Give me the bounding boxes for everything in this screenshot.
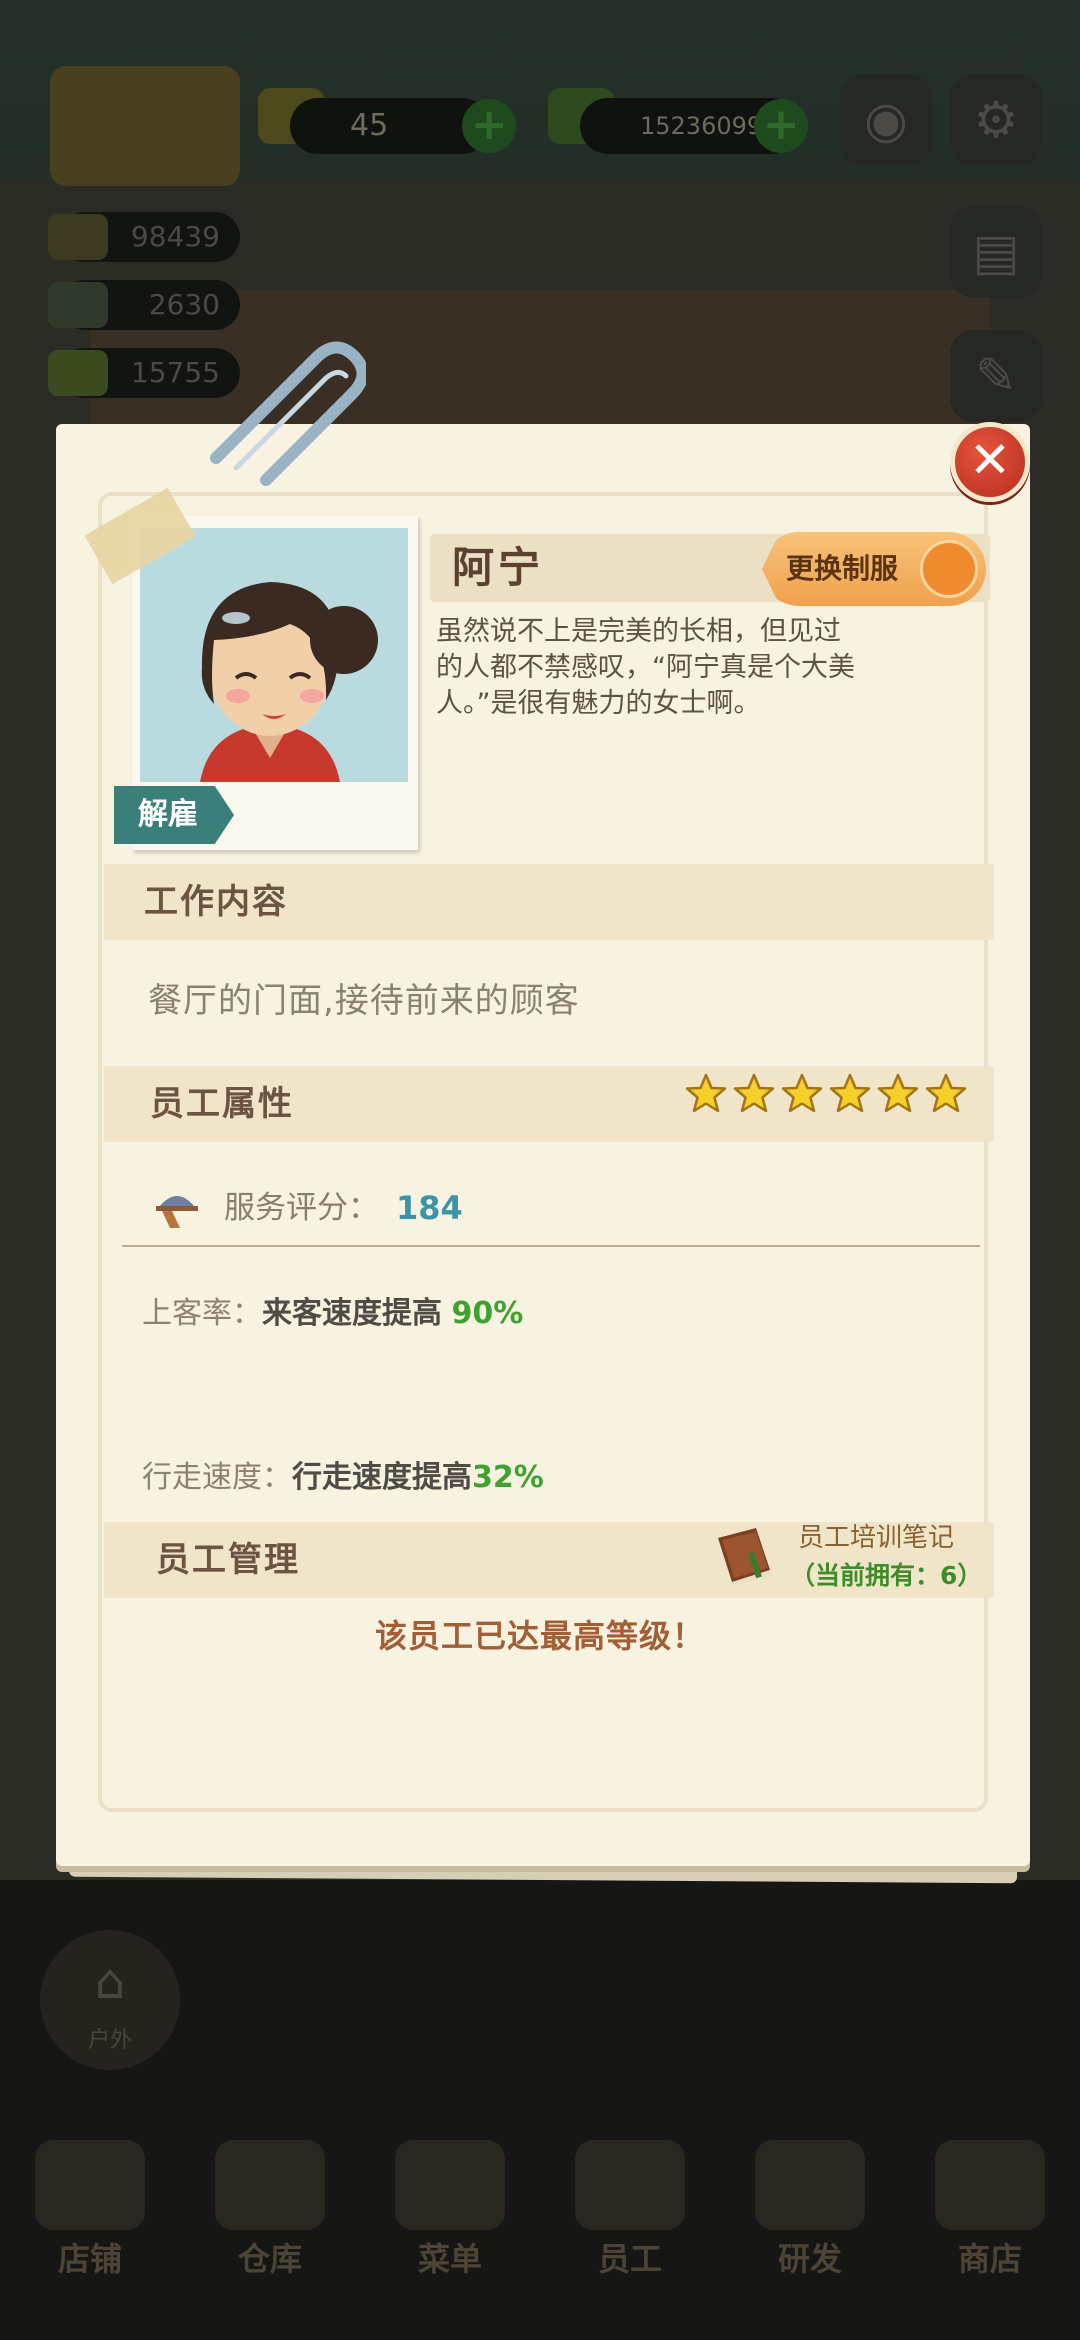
nav-warehouse-label: 仓库: [237, 2240, 302, 2278]
outdoor-button[interactable]: ⌂ 户外: [40, 1930, 180, 2070]
menu-icon: [395, 2140, 505, 2230]
add-cash-button[interactable]: +: [754, 99, 808, 153]
star-icon: [733, 1073, 775, 1113]
graduation-cap-icon: [48, 282, 108, 328]
customer-rate-value: 90%: [451, 1296, 524, 1331]
nav-warehouse[interactable]: 仓库: [195, 2140, 345, 2280]
uniform-icon: [920, 540, 978, 598]
management-section-title: 员工管理: [156, 1540, 300, 1580]
shop-icon: [935, 2140, 1045, 2230]
ticket-icon: [48, 350, 108, 396]
nav-menu-label: 菜单: [417, 2240, 482, 2278]
attributes-divider: [122, 1245, 980, 1247]
service-score-label: 服务评分：: [224, 1190, 379, 1226]
add-gold-button[interactable]: +: [462, 99, 516, 153]
max-level-message: 该员工已达最高等级！: [374, 1617, 705, 1655]
walk-speed-value: 32%: [472, 1460, 544, 1495]
walk-speed-text: 行走速度提高: [292, 1460, 472, 1495]
customer-rate-text: 来客速度提高: [262, 1296, 442, 1331]
store-icon: [35, 2140, 145, 2230]
employee-portrait: [140, 528, 408, 782]
close-icon: ✕: [969, 431, 1011, 489]
food-icon: [48, 214, 108, 260]
star-icon: [877, 1073, 919, 1113]
nav-shop-label: 商店: [957, 2240, 1022, 2278]
walk-speed-label: 行走速度：: [142, 1460, 292, 1495]
book-button[interactable]: ▤: [950, 206, 1042, 298]
camera-icon: ◉: [864, 91, 908, 149]
star-icon: [781, 1073, 823, 1113]
customer-rate-label: 上客率：: [142, 1296, 262, 1331]
fire-employee-button[interactable]: 解雇: [114, 786, 234, 844]
job-description: 餐厅的门面,接待前来的顾客: [148, 981, 580, 1021]
nav-menu[interactable]: 菜单: [375, 2140, 525, 2280]
star-icon: [829, 1073, 871, 1113]
quest-icon: ✎: [975, 347, 1017, 405]
nav-shop[interactable]: 商店: [915, 2140, 1065, 2280]
gear-icon: ⚙: [973, 91, 1019, 149]
bottom-navigation: 店铺 仓库 菜单 员工 研发 商店: [0, 2120, 1080, 2340]
staff-icon: [575, 2140, 685, 2230]
warehouse-icon: [215, 2140, 325, 2230]
outdoor-label: 户外: [87, 2028, 132, 2053]
service-bell-icon: [156, 1196, 198, 1228]
walk-speed-row: 行走速度：行走速度提高32%: [142, 1456, 544, 1500]
training-notes-book-icon[interactable]: [712, 1524, 776, 1586]
training-notes-title: 员工培训笔记: [798, 1523, 955, 1553]
employee-description: 虽然说不上是完美的长相，但见过的人都不禁感叹，“阿宁真是个大美人。”是很有魅力的…: [436, 616, 855, 719]
quest-button[interactable]: ✎: [950, 330, 1042, 422]
gold-counter: 45: [290, 98, 490, 154]
book-icon: ▤: [972, 223, 1020, 281]
close-button[interactable]: ✕: [950, 422, 1030, 502]
star-rating: [684, 1072, 968, 1116]
nav-staff-label: 员工: [597, 2240, 662, 2278]
employee-name: 阿宁: [452, 543, 545, 592]
nav-staff[interactable]: 员工: [555, 2140, 705, 2280]
job-section-title: 工作内容: [144, 882, 288, 922]
paperclip-icon: [210, 341, 366, 486]
star-icon: [925, 1073, 967, 1113]
nav-store-label: 店铺: [57, 2240, 122, 2278]
nav-research[interactable]: 研发: [735, 2140, 885, 2280]
nav-store[interactable]: 店铺: [15, 2140, 165, 2280]
settings-button[interactable]: ⚙: [950, 74, 1042, 166]
camera-button[interactable]: ◉: [840, 74, 932, 166]
nav-research-label: 研发: [777, 2240, 842, 2278]
service-score-value: 184: [396, 1189, 463, 1227]
level-badge[interactable]: [50, 66, 240, 186]
research-icon: [755, 2140, 865, 2230]
star-icon: [685, 1073, 727, 1113]
attributes-section-title: 员工属性: [150, 1084, 294, 1124]
customer-rate-row: 上客率：来客速度提高 90%: [142, 1292, 523, 1336]
employee-avatar: [140, 528, 408, 782]
training-notes-count: （当前拥有：6）: [790, 1561, 983, 1590]
outdoor-icon: ⌂: [94, 1954, 126, 2010]
